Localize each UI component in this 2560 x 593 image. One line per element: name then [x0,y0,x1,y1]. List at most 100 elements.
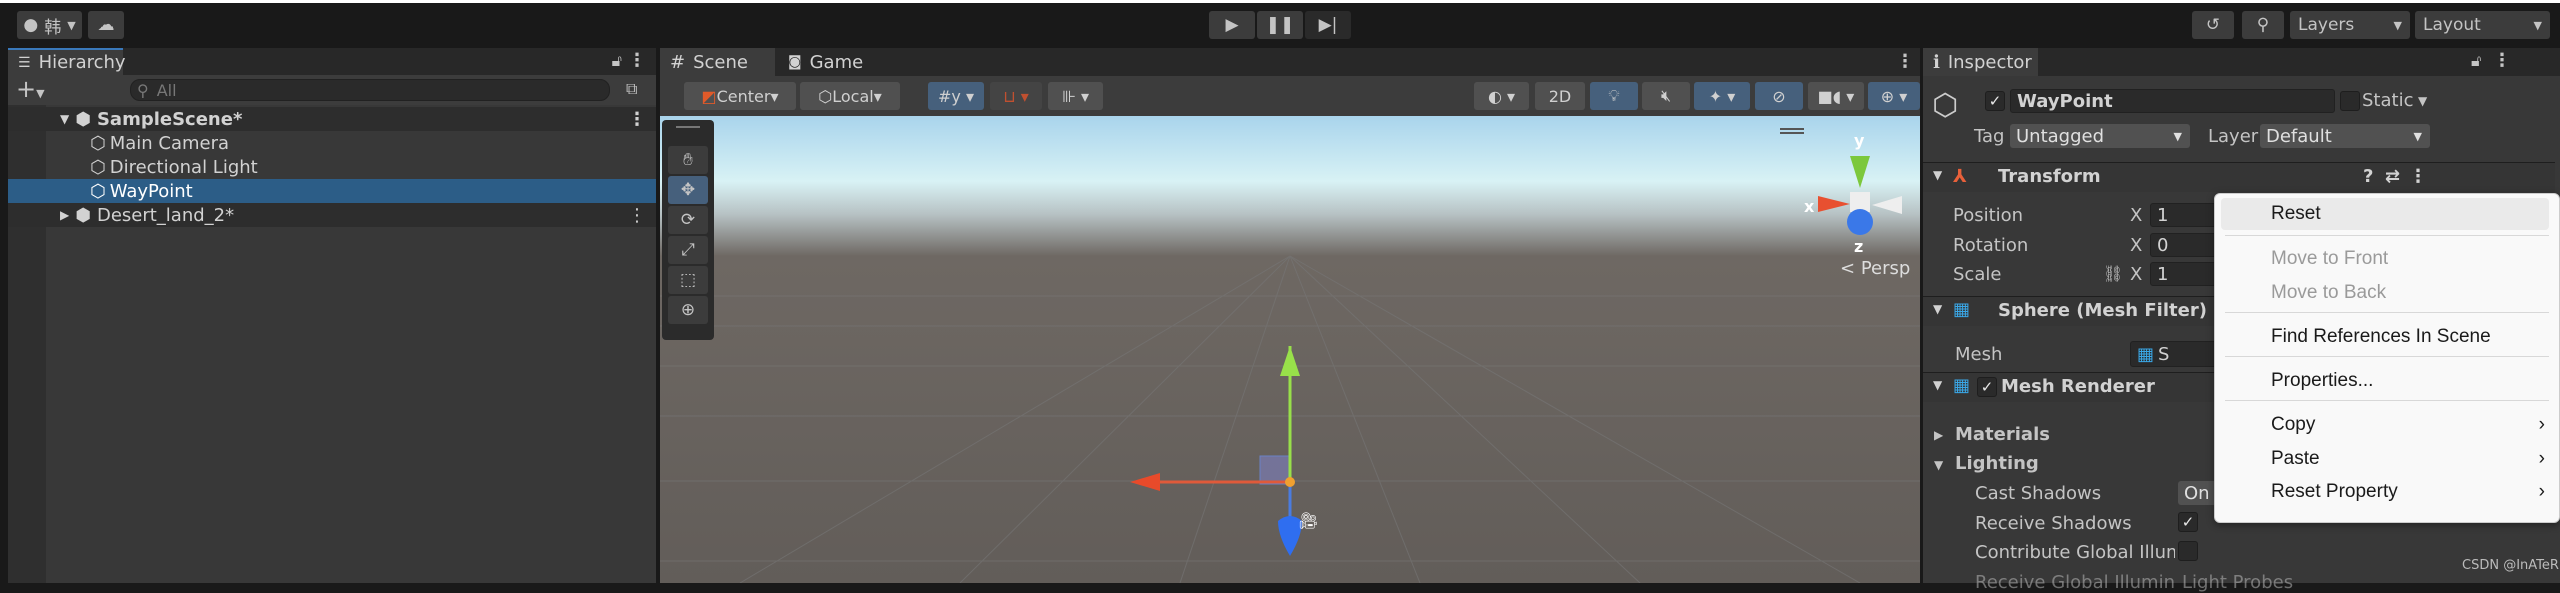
hand-tool[interactable]: ✋︎ [668,146,708,174]
hidden-objects-toggle[interactable]: ⊘ [1755,82,1803,110]
hierarchy-panel: ☰ Hierarchy 🔓︎ ⋮ +▼ ⚲ All ⧉ ▼ ⬢ SampleScene*… [8,48,656,583]
list-item-scene[interactable]: ▶ ⬢ Desert_land_2* ⋮ [8,203,656,227]
lock-icon[interactable]: 🔓︎ [612,51,622,71]
step-button[interactable]: ▶| [1305,11,1351,39]
history-button[interactable]: ↺ [2192,11,2234,39]
scene-visibility-icon[interactable]: ⧉ [626,79,637,99]
contribute-gi-checkbox[interactable] [2178,541,2198,561]
enabled-checkbox[interactable]: ✓ [1977,377,1997,397]
list-item[interactable]: ⬡ Main Camera [8,131,656,155]
gizmo-x-cone[interactable] [1818,196,1850,212]
account-button[interactable]: ● 韩 ▼ [17,11,82,39]
tab-label: Scene [693,51,748,73]
receive-shadows-checkbox[interactable]: ✓ [2178,512,2198,532]
center-handle[interactable] [1285,477,1295,487]
help-icon[interactable]: ? [2363,166,2373,187]
play-button[interactable]: ▶ [1209,11,1255,39]
list-item[interactable]: ⬡ Directional Light [8,155,656,179]
menu-item-copy[interactable]: Copy › [2215,410,2559,440]
scale-tool[interactable]: ⤢ [668,236,708,264]
draw-mode-dropdown[interactable]: ◐ ▾ [1474,82,1529,110]
mesh-field[interactable]: ▦ S [2130,341,2220,367]
transform-tool[interactable]: ⊕ [668,296,708,324]
layer-dropdown[interactable]: Default ▼ [2260,124,2430,148]
chevron-down-icon[interactable]: ▼ [1933,302,1942,316]
menu-item-reset[interactable]: Reset [2215,199,2559,229]
camera-dropdown[interactable]: ■◖ ▾ [1808,82,1864,110]
grid-snap-toggle[interactable]: #y ▾ [928,82,984,110]
search-input[interactable]: ⚲ All [130,79,610,101]
scale-x-field[interactable]: 1 [2150,262,2220,286]
plane-handle[interactable] [1259,455,1291,485]
more-icon[interactable]: ⋮ [628,109,646,130]
position-x-field[interactable]: 1 [2150,203,2220,227]
tab-game[interactable]: ◙ Game [778,48,878,76]
x-label: X [2130,264,2143,285]
materials-foldout[interactable]: Materials [1955,424,2050,445]
rect-tool[interactable]: ⬚ [668,266,708,294]
cloud-button[interactable]: ☁ [88,11,124,39]
lock-icon[interactable]: 🔓︎ [2471,51,2481,71]
tag-dropdown[interactable]: Untagged ▼ [2010,124,2190,148]
pause-button[interactable]: ❚❚ [1257,11,1303,39]
gizmos-dropdown[interactable]: ⊕ ▾ [1868,82,1920,110]
y-arrow[interactable] [1280,346,1300,376]
menu-item-reset-property[interactable]: Reset Property › [2215,477,2559,507]
more-icon[interactable]: ⋮ [2493,50,2511,71]
x-arrow[interactable] [1130,473,1160,491]
more-icon[interactable]: ⋮ [628,50,646,71]
chevron-down-icon: ▼ [2533,18,2542,32]
layers-dropdown[interactable]: Layers ▼ [2290,11,2410,39]
mesh-renderer-icon: ▦ [1953,375,1971,396]
presets-icon[interactable]: ⇄ [2385,166,2400,187]
static-checkbox[interactable] [2340,91,2360,111]
menu-label: Copy [2271,414,2316,435]
menu-item-properties[interactable]: Properties... [2215,366,2559,396]
list-item-scene[interactable]: ▼ ⬢ SampleScene* ⋮ [8,107,656,131]
lighting-foldout[interactable]: Lighting [1955,453,2039,474]
move-tool[interactable]: ✥ [668,176,708,204]
chevron-right-icon[interactable]: ▶ [1934,428,1943,442]
link-off-icon[interactable]: ⛓︎ [2103,264,2123,283]
list-item-selected[interactable]: ⬡ WayPoint [8,179,656,203]
more-icon[interactable]: ⋮ [1896,51,1914,72]
pivot-dropdown[interactable]: ◩ Center ▾ [684,82,796,110]
space-dropdown[interactable]: ⬡ Local ▾ [800,82,900,110]
layout-dropdown[interactable]: Layout ▼ [2415,11,2550,39]
drag-handle[interactable] [676,126,700,128]
name-field[interactable]: WayPoint [2010,89,2335,113]
gizmo-y-cone[interactable] [1850,156,1870,188]
tab-hierarchy[interactable]: ☰ Hierarchy [8,48,126,75]
pause-icon: ❚❚ [1265,15,1295,35]
tab-inspector[interactable]: ℹ Inspector [1923,48,2038,76]
chevron-down-icon[interactable]: ▼ [1933,168,1942,182]
gizmo-neg-x-cone[interactable] [1872,196,1902,214]
tools-overlay: ✋︎ ✥ ⟳ ⤢ ⬚ ⊕ [662,120,714,340]
2d-toggle[interactable]: 2D [1535,82,1585,110]
gizmo-z-cone[interactable] [1847,209,1873,235]
increment-snap-dropdown[interactable]: ⊪ ▾ [1048,82,1103,110]
chevron-down-icon[interactable]: ▼ [2418,94,2427,108]
audio-toggle[interactable]: 🔇︎ [1642,82,1690,110]
chevron-down-icon[interactable]: ▼ [1934,458,1943,472]
tag-label: Tag [1974,126,2005,147]
snap-toggle[interactable]: ⊔ ▾ [990,82,1042,110]
add-button[interactable]: +▼ [16,75,45,103]
search-button[interactable]: ⚲ [2242,11,2284,39]
rotate-tool[interactable]: ⟳ [668,206,708,234]
projection-toggle[interactable]: < Persp [1840,258,1910,279]
tab-scene[interactable]: # Scene [660,48,775,76]
x-label: X [2130,235,2143,256]
menu-item-paste[interactable]: Paste › [2215,444,2559,474]
menu-item-find-references[interactable]: Find References In Scene [2215,322,2559,352]
active-checkbox[interactable]: ✓ [1985,91,2005,111]
transform-header[interactable]: ▼ ⅄ Transform ? ⇄ ⋮ [1923,162,2555,192]
more-icon[interactable]: ⋮ [2409,166,2427,187]
persp-label: Persp [1860,258,1911,279]
rotation-x-field[interactable]: 0 [2150,233,2220,257]
scene-viewport[interactable]: 🎥︎ ✋︎ ✥ ⟳ ⤢ ⬚ ⊕ y x z < Persp [660,116,1920,583]
effects-dropdown[interactable]: ✦ ▾ [1694,82,1750,110]
chevron-down-icon[interactable]: ▼ [1933,378,1942,392]
more-icon[interactable]: ⋮ [628,205,646,226]
lighting-toggle[interactable]: 💡︎ [1590,82,1638,110]
